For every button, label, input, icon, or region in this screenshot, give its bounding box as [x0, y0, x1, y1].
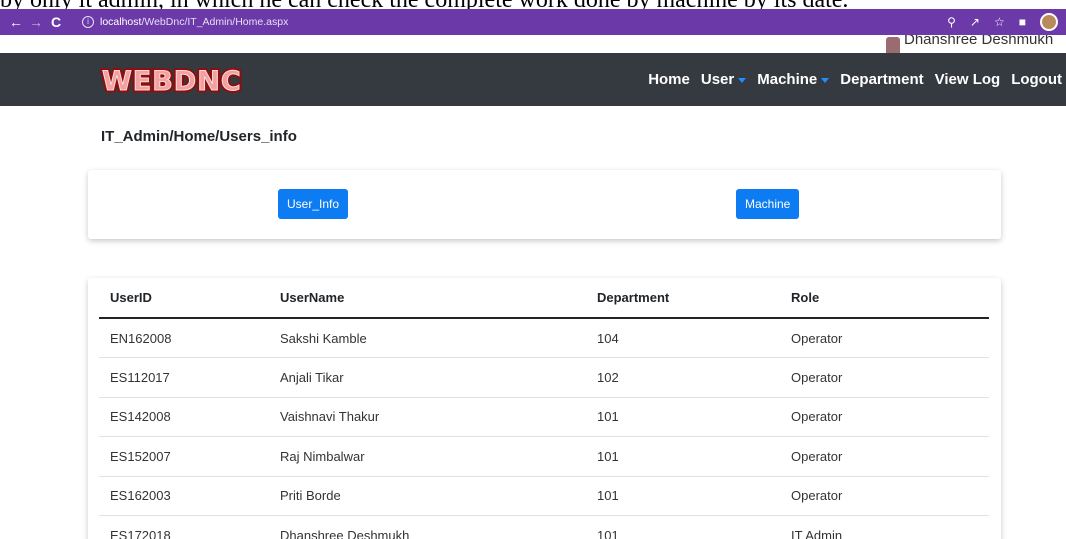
address-bar[interactable]: i localhost/WebDnc/IT_Admin/Home.aspx: [82, 12, 870, 32]
cell-role: IT Admin: [780, 515, 989, 539]
profile-name: Dhanshree Deshmukh: [904, 35, 1054, 48]
forward-arrow-icon[interactable]: →: [26, 14, 46, 30]
cell-userid: ES162003: [99, 476, 269, 516]
navbar: WEBDNC WEBDNC Home User Machine Departme…: [0, 53, 1066, 106]
action-card: User_Info Machine: [88, 170, 1001, 239]
profile-avatar-icon[interactable]: [1040, 13, 1058, 31]
svg-text:WEBDNC: WEBDNC: [102, 66, 242, 97]
brand-logo[interactable]: WEBDNC WEBDNC: [100, 63, 270, 102]
cell-username: Dhanshree Deshmukh: [269, 515, 586, 539]
cell-department: 101: [586, 397, 780, 437]
caret-down-icon: [821, 77, 830, 83]
webdnc-logo-icon: WEBDNC WEBDNC: [100, 64, 244, 100]
header-username[interactable]: UserName: [269, 278, 586, 319]
tab-icon[interactable]: ■: [1019, 15, 1026, 29]
caret-down-icon: [738, 77, 747, 83]
cell-userid: EN162008: [99, 318, 269, 358]
nav-department[interactable]: Department: [840, 71, 923, 88]
back-arrow-icon[interactable]: ←: [6, 14, 26, 30]
cell-userid: ES172018: [99, 515, 269, 539]
user-info-button[interactable]: User_Info: [278, 189, 349, 219]
url-path: /WebDnc/IT_Admin/Home.aspx: [141, 16, 289, 28]
cell-username: Anjali Tikar: [269, 357, 586, 398]
users-table: UserID UserName Department Role EN162008…: [99, 278, 989, 539]
reload-icon[interactable]: C: [46, 14, 66, 30]
cell-username: Vaishnavi Thakur: [269, 397, 586, 437]
cell-userid: ES152007: [99, 436, 269, 477]
cell-userid: ES142008: [99, 397, 269, 437]
cell-username: Raj Nimbalwar: [269, 436, 586, 477]
cell-department: 104: [586, 318, 780, 358]
nav-logout[interactable]: Logout: [1011, 71, 1062, 88]
nav-machine-label: Machine: [757, 71, 818, 88]
cell-department: 101: [586, 476, 780, 516]
share-icon[interactable]: ↗: [970, 15, 980, 29]
breadcrumb: IT_Admin/Home/Users_info: [101, 128, 297, 145]
nav-home[interactable]: Home: [648, 71, 690, 88]
cell-username: Sakshi Kamble: [269, 318, 586, 358]
cell-department: 101: [586, 436, 780, 477]
nav-machine-dropdown[interactable]: Machine: [757, 71, 830, 88]
url-host: localhost: [100, 16, 142, 28]
cell-role: Operator: [780, 397, 989, 437]
header-department[interactable]: Department: [586, 278, 780, 319]
cell-username: Priti Borde: [269, 476, 586, 516]
cell-role: Operator: [780, 357, 989, 398]
info-icon[interactable]: i: [82, 16, 94, 28]
nav-user-dropdown[interactable]: User: [700, 71, 747, 88]
table-header-row: UserID UserName Department Role: [99, 278, 989, 319]
users-table-card: UserID UserName Department Role EN162008…: [88, 278, 1001, 539]
cell-department: 101: [586, 515, 780, 539]
header-role[interactable]: Role: [780, 278, 989, 319]
profile-bar: Dhanshree Deshmukh: [0, 35, 1066, 53]
table-row[interactable]: ES172018 Dhanshree Deshmukh 101 IT Admin: [99, 515, 989, 539]
cell-role: Operator: [780, 318, 989, 358]
nav-user-label: User: [700, 71, 735, 88]
cell-userid: ES112017: [99, 357, 269, 398]
table-row[interactable]: EN162008 Sakshi Kamble 104 Operator: [99, 318, 989, 358]
nav-view-log[interactable]: View Log: [935, 71, 1001, 88]
cell-role: Operator: [780, 436, 989, 477]
star-icon[interactable]: ☆: [994, 15, 1005, 29]
table-row[interactable]: ES142008 Vaishnavi Thakur 101 Operator: [99, 397, 989, 437]
cell-role: Operator: [780, 476, 989, 516]
cell-department: 102: [586, 357, 780, 398]
table-row[interactable]: ES162003 Priti Borde 101 Operator: [99, 476, 989, 516]
machine-button[interactable]: Machine: [736, 189, 800, 219]
table-row[interactable]: ES152007 Raj Nimbalwar 101 Operator: [99, 436, 989, 477]
table-row[interactable]: ES112017 Anjali Tikar 102 Operator: [99, 357, 989, 398]
browser-toolbar: ← → C i localhost/WebDnc/IT_Admin/Home.a…: [0, 9, 1066, 35]
key-icon[interactable]: ⚲: [947, 15, 956, 29]
header-userid[interactable]: UserID: [99, 278, 269, 319]
user-avatar: [886, 37, 900, 53]
